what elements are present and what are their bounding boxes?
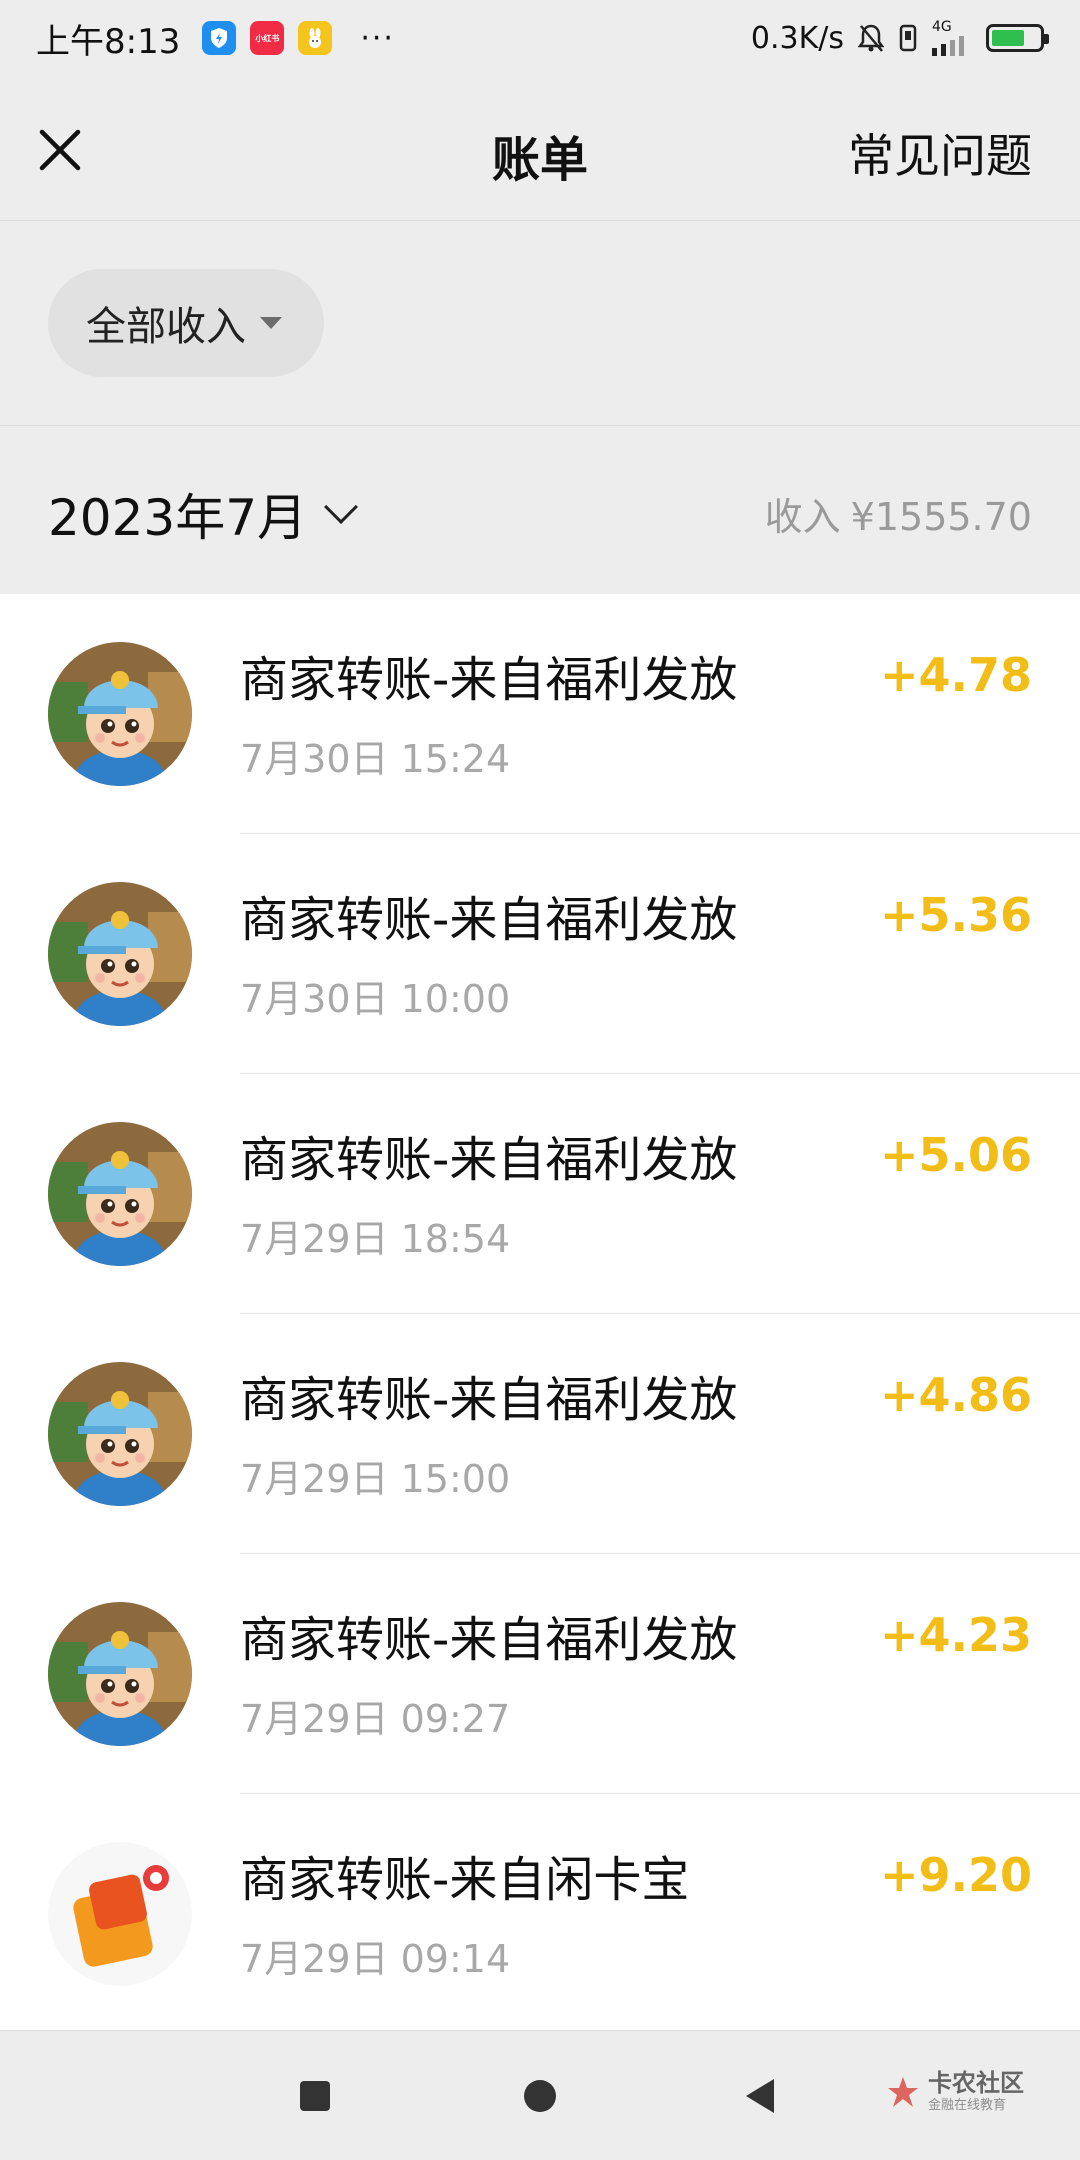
signal-icon <box>932 36 964 56</box>
network-label: 4G <box>932 19 952 35</box>
cartoon-boy-icon <box>48 642 192 786</box>
status-bar: 上午8:13 小红书 ··· 0.3K/s 4G <box>0 0 1080 76</box>
transaction-row[interactable]: 商家转账-来自福利发放 7月30日 15:24 +4.78 <box>0 594 1080 834</box>
battery-level <box>992 30 1025 46</box>
triangle-back-icon <box>746 2079 774 2113</box>
cartoon-boy-icon <box>48 1122 192 1266</box>
status-right: 0.3K/s 4G <box>750 20 1049 56</box>
net-speed: 0.3K/s <box>750 20 844 56</box>
transaction-row[interactable]: 商家转账-来自福利发放 7月29日 15:00 +4.86 <box>0 1314 1080 1554</box>
transaction-time: 7月29日 15:00 <box>240 1457 511 1501</box>
system-nav-bar: 卡农社区 金融在线教育 <box>0 2030 1080 2160</box>
transaction-time: 7月30日 10:00 <box>240 977 511 1021</box>
transaction-time: 7月29日 09:27 <box>240 1697 511 1741</box>
transaction-title: 商家转账-来自福利发放 <box>240 1612 738 1668</box>
filter-label: 全部收入 <box>86 304 246 350</box>
transaction-title: 商家转账-来自福利发放 <box>240 652 738 708</box>
wallet-logo-icon <box>48 1842 192 1986</box>
transaction-amount: +9.20 <box>879 1848 1032 1902</box>
month-summary-row: 2023年7月 收入 ¥1555.70 <box>0 426 1080 594</box>
transaction-time: 7月29日 09:14 <box>240 1937 511 1981</box>
bell-muted-icon <box>858 24 884 52</box>
transaction-time: 7月29日 18:54 <box>240 1217 511 1261</box>
shield-app-icon <box>202 21 237 55</box>
vibrate-icon <box>899 24 917 52</box>
avatar <box>48 1122 192 1266</box>
kanong-logo-icon <box>888 2076 918 2107</box>
status-app-icons: 小红书 ··· <box>202 21 395 56</box>
back-button[interactable] <box>700 2031 820 2160</box>
avatar <box>48 1602 192 1746</box>
nav-bar: 账单 常见问题 <box>0 76 1080 220</box>
more-notifications-icon: ··· <box>360 20 395 56</box>
avatar <box>48 1362 192 1506</box>
month-label: 2023年7月 <box>48 489 308 547</box>
cartoon-boy-icon <box>48 1602 192 1746</box>
income-summary: 收入 ¥1555.70 <box>765 486 1032 541</box>
transaction-row[interactable]: 商家转账-来自福利发放 7月29日 09:27 +4.23 <box>0 1554 1080 1794</box>
network-type: 4G <box>932 20 972 56</box>
watermark-main: 卡农社区 <box>928 2069 1024 2097</box>
transaction-list: 商家转账-来自福利发放 7月30日 15:24 +4.78 商家转账-来自福利发… <box>0 594 1080 2030</box>
circle-icon <box>524 2080 556 2112</box>
watermark: 卡农社区 金融在线教育 <box>886 2071 1024 2112</box>
transaction-amount: +4.86 <box>879 1368 1032 1422</box>
transaction-amount: +5.06 <box>879 1128 1032 1182</box>
transaction-title: 商家转账-来自闲卡宝 <box>240 1852 690 1908</box>
avatar <box>48 642 192 786</box>
income-filter-dropdown[interactable]: 全部收入 <box>48 269 324 377</box>
transaction-row[interactable]: 商家转账-来自闲卡宝 7月29日 09:14 +9.20 <box>0 1794 1080 2034</box>
rabbit-app-icon <box>298 21 333 55</box>
avatar <box>48 1842 192 1986</box>
square-icon <box>300 2081 330 2111</box>
xiaohongshu-app-icon: 小红书 <box>250 21 285 55</box>
transaction-amount: +4.78 <box>879 648 1032 702</box>
transaction-row[interactable]: 商家转账-来自福利发放 7月29日 18:54 +5.06 <box>0 1074 1080 1314</box>
status-time: 上午8:13 <box>36 21 181 62</box>
transaction-title: 商家转账-来自福利发放 <box>240 1132 738 1188</box>
transaction-amount: +5.36 <box>879 888 1032 942</box>
battery-icon <box>986 24 1049 52</box>
xiaohongshu-label: 小红书 <box>255 33 280 43</box>
avatar <box>48 882 192 1026</box>
summary-value: ¥1555.70 <box>850 495 1032 539</box>
caret-down-icon <box>260 317 282 329</box>
watermark-sub: 金融在线教育 <box>928 2098 1007 2113</box>
faq-link[interactable]: 常见问题 <box>848 120 1032 186</box>
cartoon-boy-icon <box>48 882 192 1026</box>
transaction-title: 商家转账-来自福利发放 <box>240 892 738 948</box>
transaction-amount: +4.23 <box>879 1608 1032 1662</box>
transaction-title: 商家转账-来自福利发放 <box>240 1372 738 1428</box>
cartoon-boy-icon <box>48 1362 192 1506</box>
home-button[interactable] <box>480 2031 600 2160</box>
filter-area: 全部收入 <box>0 221 1080 425</box>
transaction-row[interactable]: 商家转账-来自福利发放 7月30日 10:00 +5.36 <box>0 834 1080 1074</box>
month-selector[interactable]: 2023年7月 <box>48 478 359 550</box>
recent-apps-button[interactable] <box>255 2031 375 2160</box>
summary-label: 收入 <box>764 495 841 539</box>
watermark-text: 卡农社区 金融在线教育 <box>928 2071 1024 2112</box>
chevron-down-icon <box>324 490 359 524</box>
transaction-time: 7月30日 15:24 <box>240 737 511 781</box>
